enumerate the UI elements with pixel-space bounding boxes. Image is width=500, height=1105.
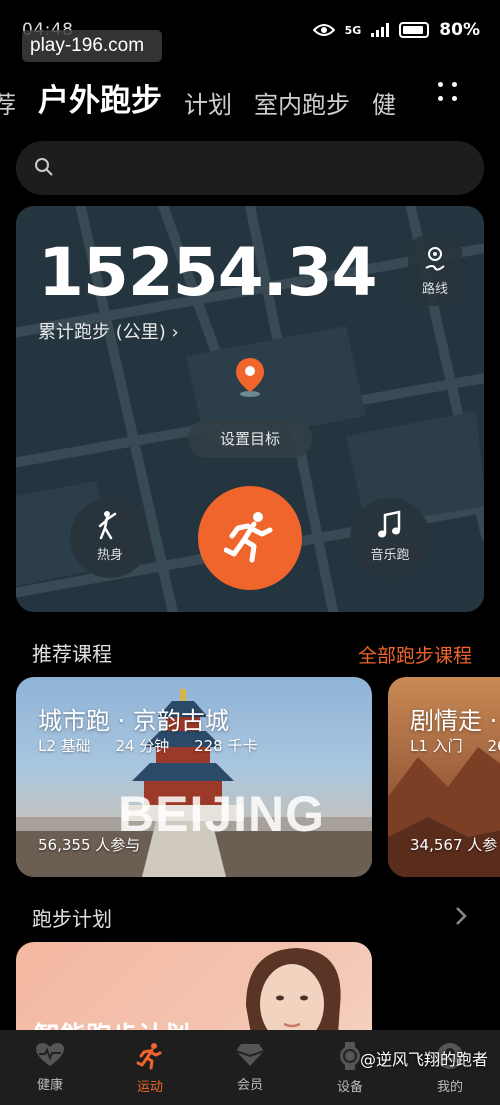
warmup-label: 热身 [96, 548, 123, 563]
course-participants: 56,355 人参与 [38, 836, 141, 854]
running-plan-title: 跑步计划 [32, 907, 112, 931]
tab-outdoor-running[interactable]: 户外跑步 [38, 75, 162, 120]
nav-membership-label: 会员 [236, 1078, 263, 1093]
all-running-courses-link[interactable]: 全部跑步课程 [358, 641, 472, 668]
music-run-button[interactable]: 音乐跑 [350, 498, 430, 578]
diamond-icon [235, 1044, 265, 1066]
nav-health-label: 健康 [36, 1078, 63, 1093]
battery-level: 80% [439, 20, 480, 40]
running-icon [136, 1043, 162, 1070]
location-pin-icon [236, 358, 264, 397]
nav-me-label: 我的 [436, 1080, 463, 1095]
course-card-beijing[interactable]: BEIJING 城市跑 · 京韵古城 L2 基础 24 分钟 228 千卡 56… [16, 677, 372, 877]
tab-indoor-running[interactable]: 室内跑步 [254, 85, 350, 120]
course-card-story-walk[interactable]: 剧情走 · 步 L1 入门 26 34,567 人参 [388, 677, 500, 877]
course-title: 剧情走 · 步 [410, 707, 500, 735]
more-options-icon[interactable] [438, 80, 466, 108]
network-label: 5G [344, 23, 362, 37]
route-button[interactable]: 路线 [408, 236, 462, 306]
route-label: 路线 [421, 282, 448, 297]
nav-exercise[interactable]: 运动 [100, 1030, 200, 1105]
course-level: L2 基础 [38, 737, 91, 755]
signal-icon [371, 23, 390, 37]
distance-label-text: 累计跑步 (公里) [38, 322, 166, 343]
total-distance-label[interactable]: 累计跑步 (公里) › [38, 318, 179, 344]
course-participants: 34,567 人参 [410, 836, 498, 854]
course-calories: 228 千卡 [194, 737, 258, 755]
course-duration: 24 分钟 [115, 737, 170, 755]
chevron-right-icon: › [171, 322, 179, 343]
warmup-button[interactable]: 热身 [70, 498, 150, 578]
nav-membership[interactable]: 会员 [200, 1030, 300, 1105]
course-level: L1 入门 [410, 737, 463, 755]
beijing-overlay: BEIJING [118, 786, 326, 842]
music-run-label: 音乐跑 [370, 548, 410, 563]
watermark: play-196.com [22, 30, 162, 62]
tab-recommended[interactable]: 荐 [0, 85, 16, 120]
search-icon [35, 158, 53, 176]
tab-plan[interactable]: 计划 [184, 85, 232, 120]
total-distance: 15254.34 [38, 234, 378, 311]
battery-icon [399, 22, 430, 38]
course-title: 城市跑 · 京韵古城 [38, 707, 229, 735]
route-icon [425, 247, 445, 271]
music-note-icon [378, 510, 401, 538]
nav-health[interactable]: 健康 [0, 1030, 100, 1105]
nav-device-label: 设备 [336, 1080, 363, 1095]
course-meta: L2 基础 24 分钟 228 千卡 [38, 735, 278, 756]
nav-exercise-label: 运动 [136, 1080, 163, 1095]
map-card: 15254.34 累计跑步 (公里) › 路线 设置目标 热身 音乐跑 [16, 206, 484, 612]
set-goal-button[interactable]: 设置目标 [188, 420, 312, 458]
recommended-courses-title: 推荐课程 [32, 642, 112, 666]
category-tabs: 荐 户外跑步 计划 室内跑步 健 [0, 74, 500, 120]
chevron-right-icon[interactable] [454, 906, 468, 926]
heart-pulse-icon [36, 1043, 64, 1066]
warmup-icon [98, 511, 117, 540]
status-bar: 04:48 play-196.com 5G 80% [0, 0, 500, 62]
course-meta: L1 入门 26 [410, 735, 500, 756]
eye-icon [312, 24, 335, 36]
running-icon [224, 512, 273, 563]
start-run-button[interactable] [198, 486, 302, 590]
search-bar[interactable] [16, 141, 484, 195]
tab-fitness[interactable]: 健 [372, 85, 396, 120]
author-watermark: @逆风飞翔的跑者 [359, 1050, 488, 1069]
status-right: 5G 80% [312, 20, 480, 40]
course-duration: 26 [487, 737, 500, 755]
